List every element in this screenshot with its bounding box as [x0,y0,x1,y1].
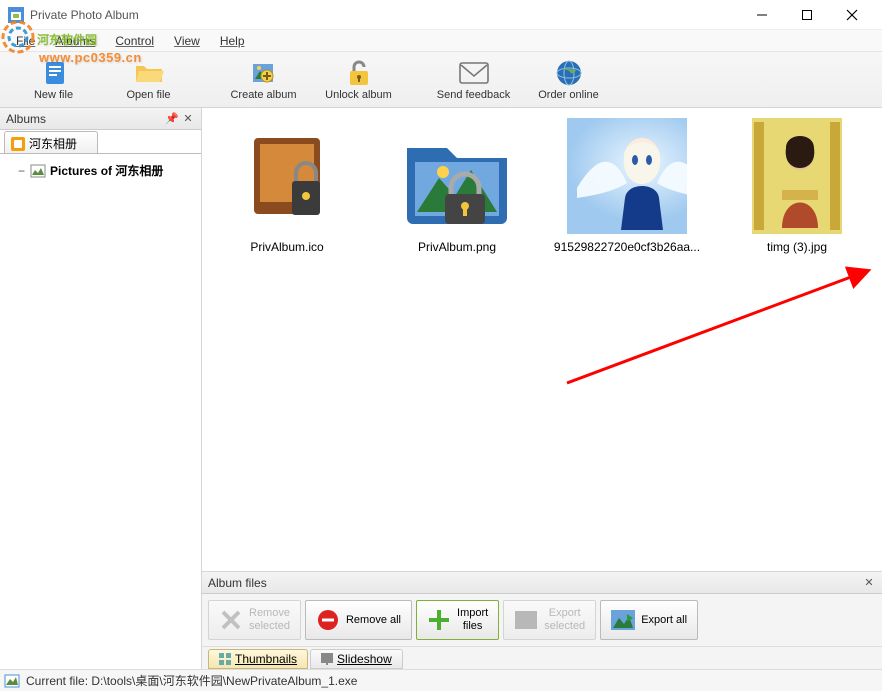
import-files-label: Import files [457,607,488,632]
tab-thumbnails-label: Thumbnails [235,652,297,666]
remove-all-button[interactable]: Remove all [305,600,412,640]
export-all-icon [611,608,635,632]
unlock-album-button[interactable]: Unlock album [311,55,406,105]
open-file-label: Open file [126,89,170,101]
toolbar: New file Open file Create album Unlock a… [0,52,882,108]
thumb-image [397,118,517,234]
send-feedback-button[interactable]: Send feedback [426,55,521,105]
pin-icon[interactable]: 📌 [165,112,179,126]
create-album-icon [250,59,278,87]
thumb-anime[interactable]: 91529822720e0cf3b26aa... [552,118,702,254]
window-title: Private Photo Album [30,8,739,22]
import-files-button[interactable]: Import files [416,600,499,640]
albums-panel-header: Albums 📌 ✕ [0,108,201,130]
tree-item-label: Pictures of 河东相册 [50,162,163,179]
create-album-label: Create album [230,89,296,101]
file-icon [4,674,20,688]
panel-close-icon[interactable]: ✕ [181,112,195,126]
new-file-button[interactable]: New file [6,55,101,105]
window-controls [739,1,874,29]
new-file-label: New file [34,89,73,101]
menu-help[interactable]: Help [212,32,253,50]
folder-images-icon [30,164,46,178]
create-album-button[interactable]: Create album [216,55,311,105]
album-files-title: Album files [208,576,860,590]
export-all-label: Export all [641,614,687,627]
album-tab[interactable]: 河东相册 [4,131,98,153]
album-tree: − Pictures of 河东相册 [0,154,201,669]
thumb-privalbum-ico[interactable]: PrivAlbum.ico [212,118,362,254]
titlebar: Private Photo Album [0,0,882,30]
globe-icon [556,60,582,86]
sidebar: Albums 📌 ✕ 河东相册 − Pictures of 河东相册 [0,108,202,669]
remove-selected-button: Remove selected [208,600,301,640]
export-selected-label: Export selected [544,607,585,632]
album-tab-icon [11,137,25,151]
new-file-icon [40,59,68,87]
export-icon [514,608,538,632]
thumb-privalbum-png[interactable]: PrivAlbum.png [382,118,532,254]
tab-slideshow[interactable]: Slideshow [310,649,403,669]
unlock-album-label: Unlock album [325,89,392,101]
thumb-label: 91529822720e0cf3b26aa... [554,240,700,254]
maximize-button[interactable] [784,1,829,29]
thumb-label: PrivAlbum.png [418,240,496,254]
slideshow-icon [321,653,333,665]
menu-control[interactable]: Control [107,32,162,50]
remove-all-icon [316,608,340,632]
open-file-icon [134,60,164,86]
albums-panel-title: Albums [6,112,163,126]
tab-slideshow-label: Slideshow [337,652,392,666]
album-tabs: 河东相册 [0,130,201,154]
thumb-label: PrivAlbum.ico [250,240,323,254]
album-files-tabs: Thumbnails Slideshow [202,647,882,669]
export-selected-button: Export selected [503,600,596,640]
remove-selected-label: Remove selected [249,607,290,632]
order-online-label: Order online [538,89,599,101]
app-icon [8,7,24,23]
thumbnails-icon [219,653,231,665]
red-arrow-annotation [557,263,882,393]
tree-expander-icon[interactable]: − [18,164,26,178]
menu-view[interactable]: View [166,32,208,50]
album-tab-label: 河东相册 [29,135,77,152]
menu-albums[interactable]: Albums [47,32,103,50]
thumb-label: timg (3).jpg [767,240,827,254]
menubar: File Albums Control View Help [0,30,882,52]
export-all-button[interactable]: Export all [600,600,698,640]
thumb-timg[interactable]: timg (3).jpg [722,118,872,254]
send-feedback-label: Send feedback [437,89,510,101]
order-online-button[interactable]: Order online [521,55,616,105]
minimize-button[interactable] [739,1,784,29]
envelope-icon [459,62,489,84]
thumb-image [567,118,687,234]
thumbnail-grid: PrivAlbum.ico [202,108,882,571]
album-files-panel: Album files ✕ Remove selected Remove all… [202,571,882,669]
panel-close-icon[interactable]: ✕ [862,576,876,590]
status-text: Current file: D:\tools\桌面\河东软件园\NewPriva… [26,672,357,689]
close-button[interactable] [829,1,874,29]
tree-item-pictures[interactable]: − Pictures of 河东相册 [6,160,195,181]
tab-thumbnails[interactable]: Thumbnails [208,649,308,669]
statusbar: Current file: D:\tools\桌面\河东软件园\NewPriva… [0,669,882,691]
album-files-header: Album files ✕ [202,572,882,594]
remove-all-label: Remove all [346,614,401,627]
thumb-image [752,118,842,234]
import-icon [427,608,451,632]
menu-file[interactable]: File [8,32,43,50]
thumb-image [242,126,332,226]
open-file-button[interactable]: Open file [101,55,196,105]
remove-icon [219,608,243,632]
unlock-icon [346,59,372,87]
